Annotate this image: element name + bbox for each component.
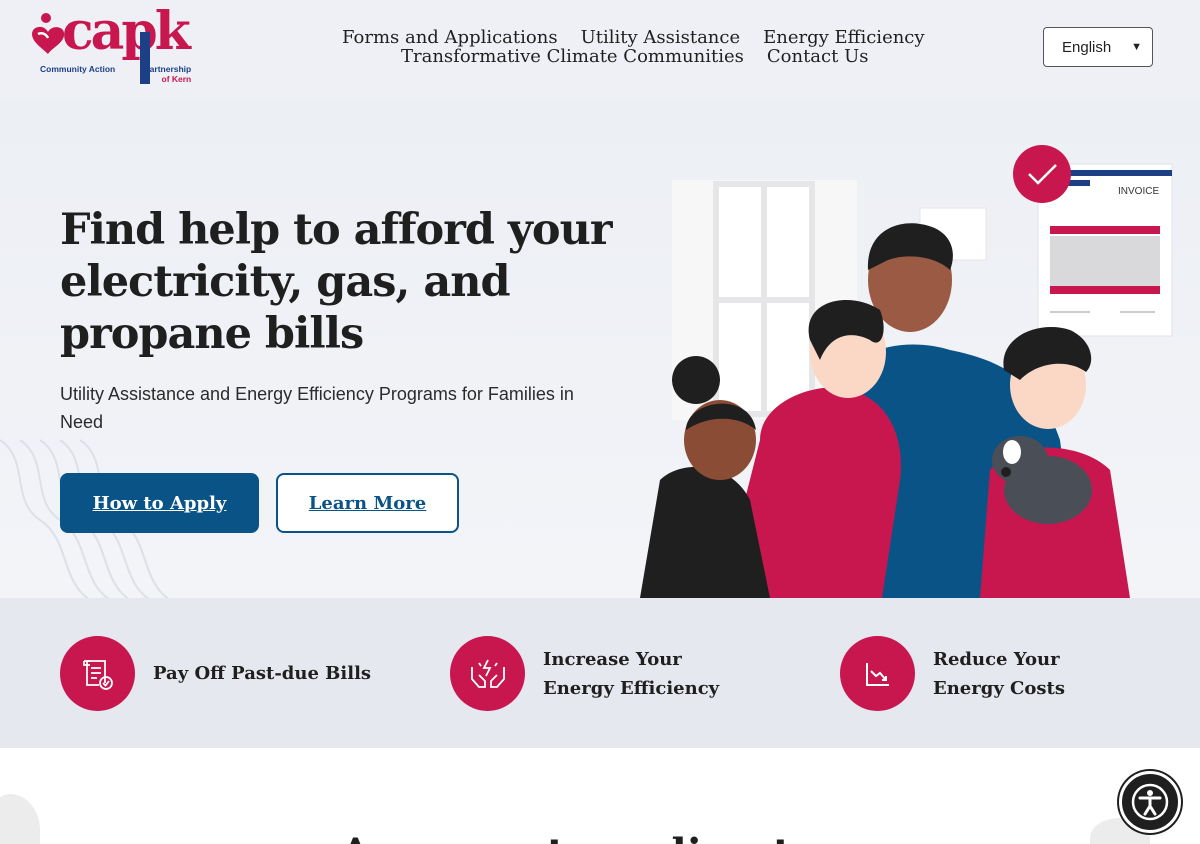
- nav-contact-us[interactable]: Contact Us: [767, 47, 869, 66]
- family-hug-illustration: INVOICE: [640, 145, 1173, 598]
- language-select[interactable]: English ▼: [1043, 27, 1153, 67]
- hero-subtitle: Utility Assistance and Energy Efficiency…: [60, 384, 574, 432]
- feature-pay-off-bills[interactable]: Pay Off Past-due Bills: [60, 636, 371, 711]
- feature-icon-circle: [840, 636, 915, 711]
- next-section: Are you struggling to: [0, 748, 1200, 844]
- feature-reduce-costs[interactable]: Reduce Your Energy Costs: [840, 636, 1133, 711]
- nav-forms-and-applications[interactable]: Forms and Applications: [342, 28, 558, 47]
- nav-energy-efficiency[interactable]: Energy Efficiency: [763, 28, 924, 47]
- hero-title: Find help to afford your electricity, ga…: [60, 204, 620, 360]
- logo-partnership: Partnership: [144, 64, 192, 74]
- logo-wordmark: capk: [62, 1, 191, 62]
- nav-transformative-climate-communities[interactable]: Transformative Climate Communities: [401, 47, 744, 66]
- hero-title-line3: propane bills: [60, 309, 364, 359]
- feature-icon-circle: [60, 636, 135, 711]
- nav-utility-assistance[interactable]: Utility Assistance: [581, 28, 741, 47]
- accessibility-icon: [1131, 783, 1169, 821]
- feature-icon-circle: [450, 636, 525, 711]
- hands-energy-icon: [470, 659, 505, 688]
- language-selected: English: [1062, 38, 1112, 56]
- invoice-label: INVOICE: [1118, 186, 1159, 197]
- hero-section: Find help to afford your electricity, ga…: [0, 100, 1200, 598]
- section-heading: Are you struggling to: [340, 830, 818, 844]
- learn-more-button[interactable]: Learn More: [276, 473, 459, 533]
- main-nav: Forms and Applications Utility Assistanc…: [342, 28, 925, 66]
- feature-label: Increase Your Energy Efficiency: [543, 648, 720, 699]
- chart-down-icon: [865, 662, 889, 686]
- feature-label: Pay Off Past-due Bills: [153, 663, 372, 684]
- features-strip: Pay Off Past-due Bills Increase Your Ene…: [0, 598, 1200, 748]
- bill-check-icon: [82, 659, 113, 690]
- site-header: capk Community Action Partnership of Ker…: [0, 0, 1200, 100]
- logo-subtitle-right: Partnership of Kern: [144, 64, 191, 84]
- feature-energy-efficiency[interactable]: Increase Your Energy Efficiency: [450, 636, 753, 711]
- logo-subtitle-left: Community Action: [40, 64, 116, 74]
- accessibility-button[interactable]: [1119, 771, 1181, 833]
- hero-title-bold: Find help to afford your: [60, 205, 612, 255]
- logo-of-kern: of Kern: [161, 74, 192, 84]
- how-to-apply-button[interactable]: How to Apply: [60, 473, 259, 533]
- chevron-down-icon: ▼: [1131, 41, 1142, 53]
- feature-label: Reduce Your Energy Costs: [933, 648, 1065, 699]
- decorative-blob: [0, 794, 40, 844]
- hero-title-line2: electricity, gas, and: [60, 257, 511, 307]
- capk-logo[interactable]: capk Community Action Partnership of Ker…: [28, 6, 191, 84]
